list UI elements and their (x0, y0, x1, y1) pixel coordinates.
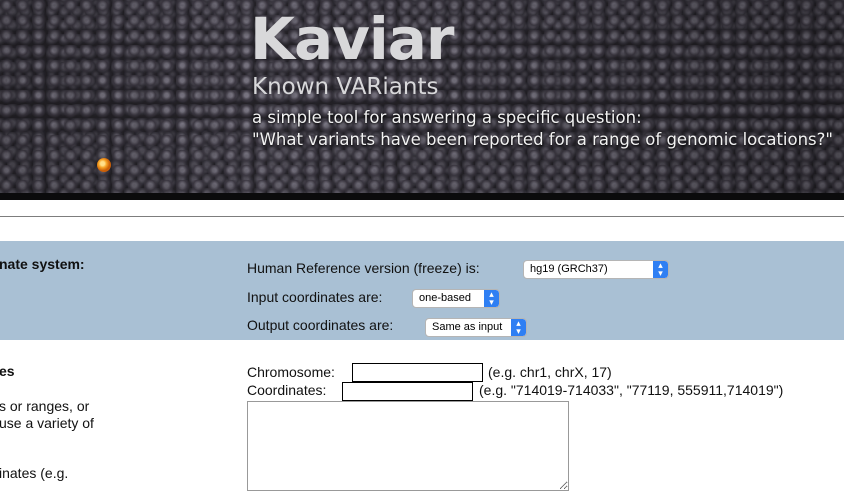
divider (0, 216, 844, 217)
app-subtitle: Known VARiants (252, 74, 439, 100)
chromosome-input[interactable] (352, 363, 483, 382)
chromosome-example: (e.g. chr1, chrX, 17) (488, 364, 612, 380)
input-coordinates-label: Input coordinates are: (247, 289, 383, 305)
app-title: Kaviar (250, 5, 455, 73)
output-coordinates-label: Output coordinates are: (247, 317, 394, 333)
up-down-chevron-icon: ▴ ▾ (653, 261, 668, 278)
query-description-line-3: inates (e.g. (0, 465, 69, 481)
orange-egg-icon (97, 158, 111, 172)
bulk-coordinates-textarea[interactable] (247, 401, 569, 491)
tagline-line-2: "What variants have been reported for a … (252, 130, 834, 149)
output-coordinates-select[interactable]: Same as input ▴ ▾ (425, 318, 527, 337)
query-section-heading: es (0, 363, 15, 379)
coordinates-input[interactable] (342, 382, 473, 401)
banner-bottom-border (0, 193, 844, 200)
input-coordinates-select[interactable]: one-based ▴ ▾ (412, 289, 500, 308)
query-description-line-2: use a variety of (0, 415, 94, 431)
query-description-line-1: s or ranges, or (0, 398, 90, 414)
coordinate-system-heading: nate system: (0, 256, 85, 272)
chromosome-label: Chromosome: (247, 364, 335, 380)
tagline-line-1: a simple tool for answering a specific q… (252, 108, 642, 127)
up-down-chevron-icon: ▴ ▾ (484, 290, 499, 307)
reference-version-label: Human Reference version (freeze) is: (247, 260, 480, 276)
up-down-chevron-icon: ▴ ▾ (511, 319, 526, 336)
reference-version-select[interactable]: hg19 (GRCh37) ▴ ▾ (523, 260, 669, 279)
coordinates-example: (e.g. "714019-714033", "77119, 555911,71… (479, 382, 784, 398)
reference-version-value: hg19 (GRCh37) (530, 263, 608, 275)
input-coordinates-value: one-based (419, 292, 471, 304)
coordinates-label: Coordinates: (247, 382, 327, 398)
output-coordinates-value: Same as input (432, 321, 503, 333)
